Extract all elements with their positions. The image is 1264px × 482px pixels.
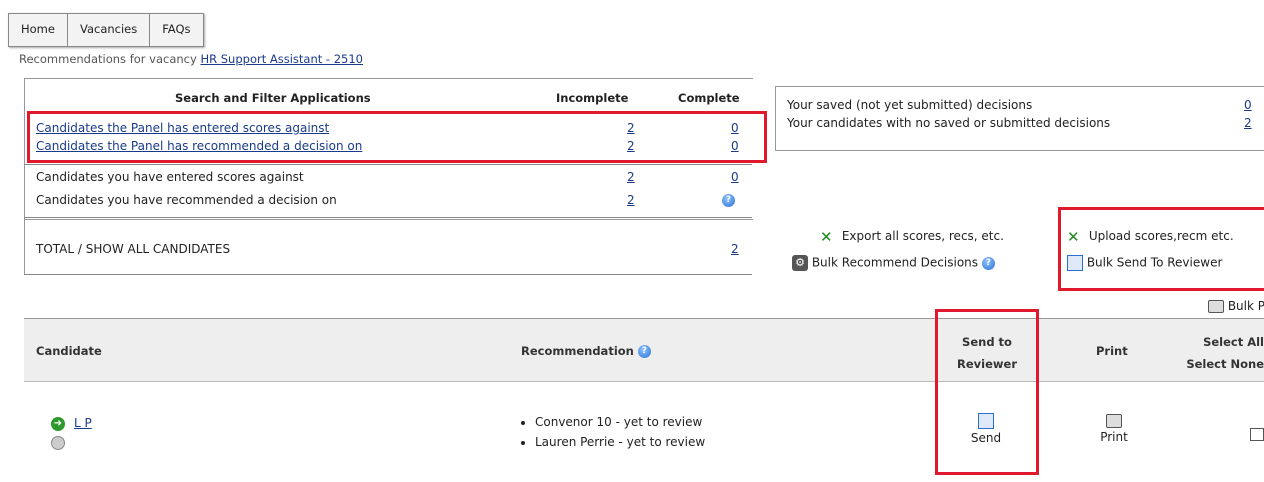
select-none-link[interactable]: Select None (1168, 353, 1264, 375)
divider (24, 164, 752, 165)
bulk-send-action[interactable]: Bulk Send To Reviewer (1067, 255, 1222, 271)
page-subtitle: Recommendations for vacancy HR Support A… (19, 52, 363, 66)
your-scores-complete[interactable]: 0 (731, 170, 739, 184)
export-action[interactable]: ✕ Export all scores, recs, etc. (820, 229, 1004, 244)
status-icon (51, 436, 65, 450)
header-send-line1: Send to (962, 335, 1012, 349)
your-scores-incomplete[interactable]: 2 (627, 170, 635, 184)
highlight-box (1058, 207, 1264, 291)
print-button[interactable]: Print (1084, 413, 1144, 444)
header-send-to-reviewer: Send to Reviewer (947, 331, 1027, 375)
box-border (24, 218, 25, 274)
send-to-reviewer-icon (1067, 255, 1083, 271)
divider (24, 217, 752, 218)
select-all-link[interactable]: Select All (1168, 331, 1264, 353)
recommendation-list: Convenor 10 - yet to review Lauren Perri… (521, 412, 705, 452)
saved-decisions-value[interactable]: 0 (1244, 98, 1252, 112)
panel-scores-complete[interactable]: 0 (731, 121, 739, 135)
vacancy-link[interactable]: HR Support Assistant - 2510 (200, 52, 363, 66)
no-decisions-value[interactable]: 2 (1244, 116, 1252, 130)
bulk-print-label: Bulk Prin (1227, 299, 1264, 313)
total-value[interactable]: 2 (731, 242, 739, 256)
filter-row-panel-decision[interactable]: Candidates the Panel has recommended a d… (36, 139, 362, 153)
arrow-right-icon[interactable]: ➜ (51, 417, 65, 431)
panel-decision-complete[interactable]: 0 (731, 139, 739, 153)
header-candidate: Candidate (36, 344, 102, 358)
printer-icon (1106, 413, 1122, 428)
send-to-reviewer-icon (978, 413, 994, 429)
upload-label: Upload scores,recm etc. (1088, 229, 1234, 243)
panel-scores-incomplete[interactable]: 2 (627, 121, 635, 135)
list-item: Lauren Perrie - yet to review (535, 432, 705, 452)
filter-row-panel-scores[interactable]: Candidates the Panel has entered scores … (36, 121, 329, 135)
send-button[interactable]: Send (946, 413, 1026, 445)
no-decisions-label: Your candidates with no saved or submitt… (787, 116, 1111, 130)
header-send-line2: Reviewer (957, 357, 1017, 371)
top-nav: Home Vacancies FAQs (8, 13, 204, 47)
filter-row-your-scores: Candidates you have entered scores again… (36, 170, 304, 184)
total-label: TOTAL / SHOW ALL CANDIDATES (36, 242, 231, 256)
bulk-print-action[interactable]: Bulk Prin (1208, 299, 1264, 313)
bulk-recommend-label: Bulk Recommend Decisions (811, 255, 979, 270)
col-incomplete-header: Incomplete (556, 91, 629, 105)
excel-icon: ✕ (1067, 227, 1080, 246)
bulk-recommend-action[interactable]: ⚙ Bulk Recommend Decisions ? (792, 255, 995, 271)
excel-icon: ✕ (820, 227, 833, 246)
panel-decision-incomplete[interactable]: 2 (627, 139, 635, 153)
your-decision-incomplete[interactable]: 2 (627, 193, 635, 207)
col-complete-header: Complete (678, 91, 740, 105)
print-label: Print (1100, 429, 1128, 444)
filter-row-your-decision: Candidates you have recommended a decisi… (36, 193, 337, 207)
candidate-name-link[interactable]: L P (74, 416, 92, 430)
export-label: Export all scores, recs, etc. (841, 229, 1004, 243)
nav-tab-vacancies[interactable]: Vacancies (68, 14, 151, 46)
filter-title: Search and Filter Applications (175, 91, 371, 105)
bulk-send-label: Bulk Send To Reviewer (1086, 255, 1223, 270)
saved-decisions-label: Your saved (not yet submitted) decisions (787, 98, 1033, 112)
send-label: Send (970, 431, 1002, 445)
divider (24, 274, 752, 275)
header-select: Select All Select None (1168, 331, 1264, 375)
subtitle-prefix: Recommendations for vacancy (19, 52, 201, 66)
printer-icon (1208, 300, 1224, 313)
list-item: Convenor 10 - yet to review (535, 412, 705, 432)
header-recommendation: Recommendation ? (521, 344, 651, 358)
help-icon[interactable]: ? (981, 256, 995, 270)
gear-icon: ⚙ (792, 255, 808, 271)
upload-action[interactable]: ✕ Upload scores,recm etc. (1067, 229, 1234, 244)
nav-tab-home[interactable]: Home (9, 14, 68, 46)
header-recommendation-label: Recommendation (521, 344, 634, 358)
help-icon[interactable]: ? (722, 194, 735, 207)
select-checkbox[interactable] (1250, 428, 1264, 441)
nav-tab-faqs[interactable]: FAQs (150, 14, 202, 46)
help-icon[interactable]: ? (637, 345, 651, 358)
header-print: Print (1096, 344, 1128, 358)
